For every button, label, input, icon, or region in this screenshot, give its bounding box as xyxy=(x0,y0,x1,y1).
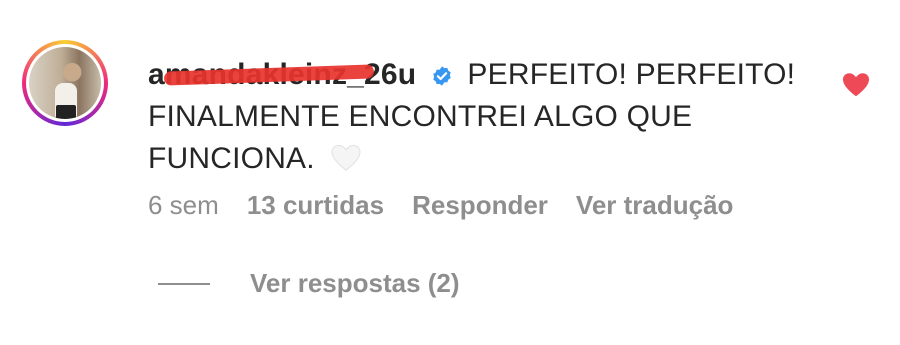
replies-divider-line xyxy=(158,282,210,285)
avatar-figure-bottom xyxy=(56,105,76,119)
view-replies-button[interactable]: Ver respostas (2) xyxy=(158,268,460,299)
comment-username[interactable]: amandakleinz_26u xyxy=(148,54,416,96)
view-replies-label: Ver respostas (2) xyxy=(250,268,460,298)
like-heart-icon[interactable] xyxy=(842,72,870,98)
comment-meta: 6 sem 13 curtidas Responder Ver tradução xyxy=(148,190,733,221)
translate-button[interactable]: Ver tradução xyxy=(576,190,734,221)
likes-count-button[interactable]: 13 curtidas xyxy=(247,190,384,221)
avatar-photo xyxy=(29,47,101,119)
reply-button[interactable]: Responder xyxy=(412,190,548,221)
avatar-border xyxy=(26,44,104,122)
comment-body: amandakleinz_26u PERFEITO! PERFEITO! FIN… xyxy=(148,54,808,180)
white-heart-icon xyxy=(331,144,361,171)
verified-badge-icon xyxy=(433,66,451,86)
avatar[interactable] xyxy=(22,40,108,126)
comment-time: 6 sem xyxy=(148,190,219,220)
